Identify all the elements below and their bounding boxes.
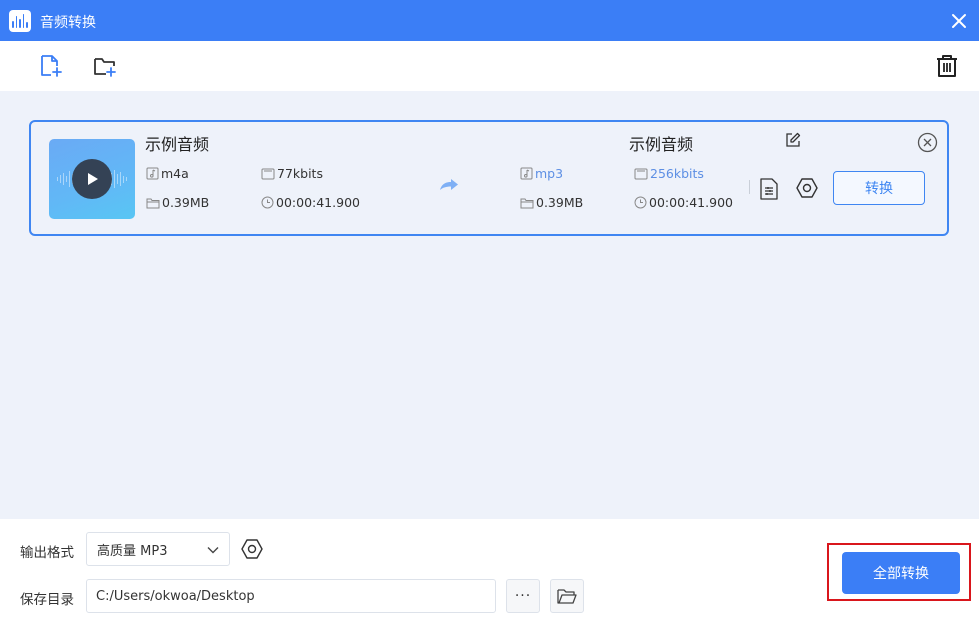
edit-icon[interactable] — [785, 132, 801, 148]
source-bitrate: 77kbits — [261, 166, 323, 181]
folder-icon — [520, 198, 534, 208]
audio-thumbnail — [49, 139, 135, 219]
hex-settings-icon[interactable] — [796, 177, 818, 199]
source-size: 0.39MB — [146, 195, 209, 210]
open-folder-icon — [557, 589, 577, 604]
target-bitrate: 256kbits — [634, 166, 704, 181]
target-file-name: 示例音频 — [629, 135, 694, 154]
convert-button[interactable]: 转换 — [833, 171, 925, 205]
add-file-icon[interactable] — [38, 53, 64, 79]
output-format-label: 输出格式 — [20, 545, 74, 561]
doc-settings-icon[interactable] — [759, 178, 779, 200]
close-icon[interactable] — [949, 11, 969, 31]
open-folder-button[interactable] — [550, 579, 584, 613]
app-logo — [9, 10, 31, 32]
trash-icon[interactable] — [934, 53, 960, 79]
arrow-icon — [440, 179, 458, 190]
convert-all-button[interactable]: 全部转换 — [842, 552, 960, 594]
source-duration: 00:00:41.900 — [261, 195, 360, 210]
add-folder-icon[interactable] — [92, 53, 118, 79]
title-bar: 音频转换 — [0, 0, 979, 41]
output-format-value: 高质量 MP3 — [97, 543, 168, 559]
save-dir-input[interactable] — [86, 579, 496, 613]
chevron-down-icon — [207, 547, 219, 554]
toolbar — [0, 41, 979, 91]
bitrate-icon — [634, 168, 648, 179]
remove-icon[interactable] — [917, 132, 938, 153]
clock-icon — [634, 196, 647, 209]
target-format: mp3 — [520, 166, 563, 181]
source-file-name: 示例音频 — [145, 135, 210, 154]
music-note-icon — [146, 167, 159, 180]
output-format-select[interactable]: 高质量 MP3 — [86, 532, 230, 566]
target-size: 0.39MB — [520, 195, 583, 210]
source-format: m4a — [146, 166, 189, 181]
save-dir-label: 保存目录 — [20, 592, 74, 608]
folder-icon — [146, 198, 160, 208]
target-duration: 00:00:41.900 — [634, 195, 733, 210]
window-title: 音频转换 — [40, 15, 96, 31]
more-label: ··· — [514, 588, 532, 604]
browse-more-button[interactable]: ··· — [506, 579, 540, 613]
file-item-card[interactable]: 示例音频 m4a 77kbits 0.39MB 00:00:41.900 示例音… — [29, 120, 949, 236]
file-list-area: 示例音频 m4a 77kbits 0.39MB 00:00:41.900 示例音… — [0, 91, 979, 519]
play-button[interactable] — [72, 159, 112, 199]
format-settings-icon[interactable] — [241, 538, 263, 560]
divider — [749, 180, 750, 194]
clock-icon — [261, 196, 274, 209]
play-icon — [88, 173, 98, 185]
bitrate-icon — [261, 168, 275, 179]
music-note-icon — [520, 167, 533, 180]
